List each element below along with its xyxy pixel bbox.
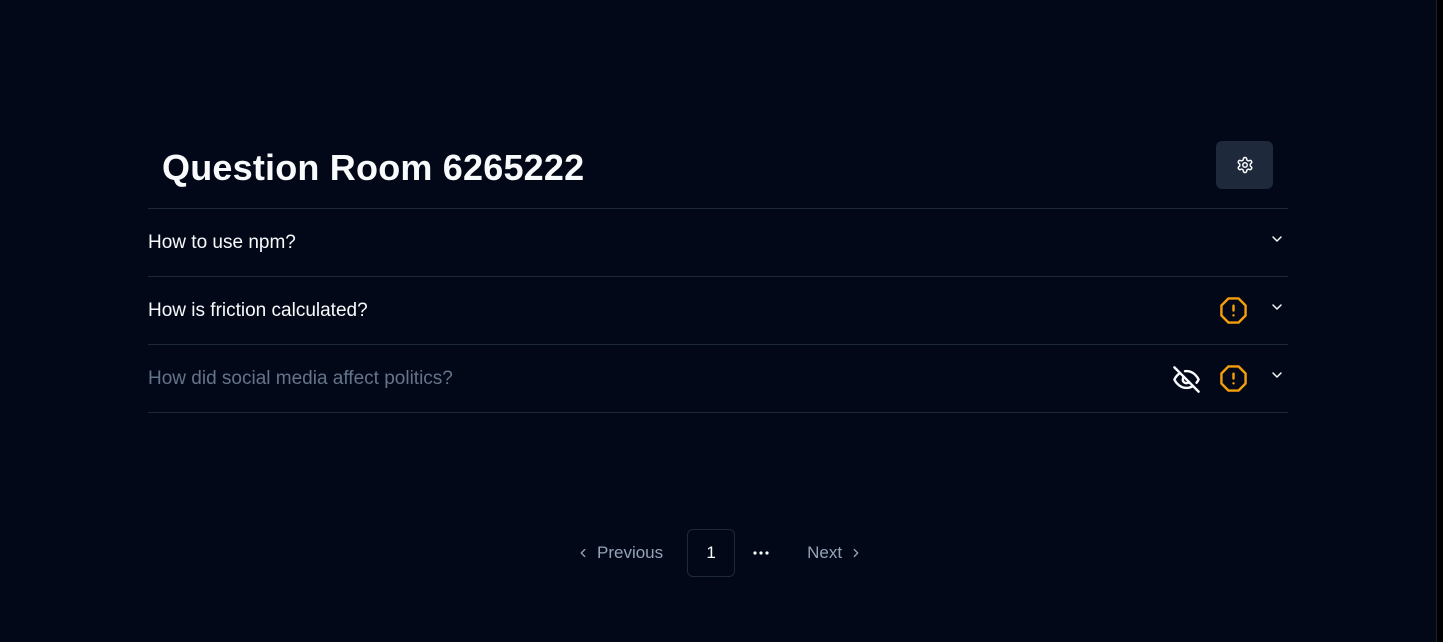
next-label: Next <box>807 543 843 562</box>
question-text: How is friction calculated? <box>148 300 368 321</box>
question-item[interactable]: How is friction calculated? <box>148 277 1288 345</box>
question-text: How to use npm? <box>148 232 296 253</box>
pagination: Previous 1 Next <box>566 529 873 577</box>
eye-off-icon[interactable] <box>1172 365 1201 394</box>
chevron-right-icon <box>849 546 863 560</box>
room-header: Question Room 6265222 <box>148 141 1288 209</box>
chevron-down-icon[interactable] <box>1269 231 1285 247</box>
question-text: How did social media affect politics? <box>148 368 453 389</box>
question-item[interactable]: How to use npm? <box>148 209 1288 277</box>
gear-icon <box>1236 156 1254 174</box>
page-title: Question Room 6265222 <box>162 147 585 188</box>
alert-octagon-icon[interactable] <box>1219 364 1248 393</box>
previous-label: Previous <box>597 543 664 562</box>
previous-page-button[interactable]: Previous <box>566 533 687 573</box>
next-page-button[interactable]: Next <box>770 533 873 573</box>
page: Question Room 6265222 How to use npm? Ho… <box>0 0 1443 642</box>
chevron-left-icon <box>576 546 590 560</box>
alert-octagon-icon[interactable] <box>1219 296 1248 325</box>
question-room-container: Question Room 6265222 How to use npm? Ho… <box>148 141 1288 413</box>
question-item[interactable]: How did social media affect politics? <box>148 345 1288 413</box>
more-pages-icon <box>752 541 770 565</box>
scrollbar-track[interactable] <box>1436 0 1443 642</box>
page-number-button[interactable]: 1 <box>687 529 736 577</box>
chevron-down-icon[interactable] <box>1269 367 1285 383</box>
chevron-down-icon[interactable] <box>1269 299 1285 315</box>
settings-button[interactable] <box>1216 141 1273 189</box>
